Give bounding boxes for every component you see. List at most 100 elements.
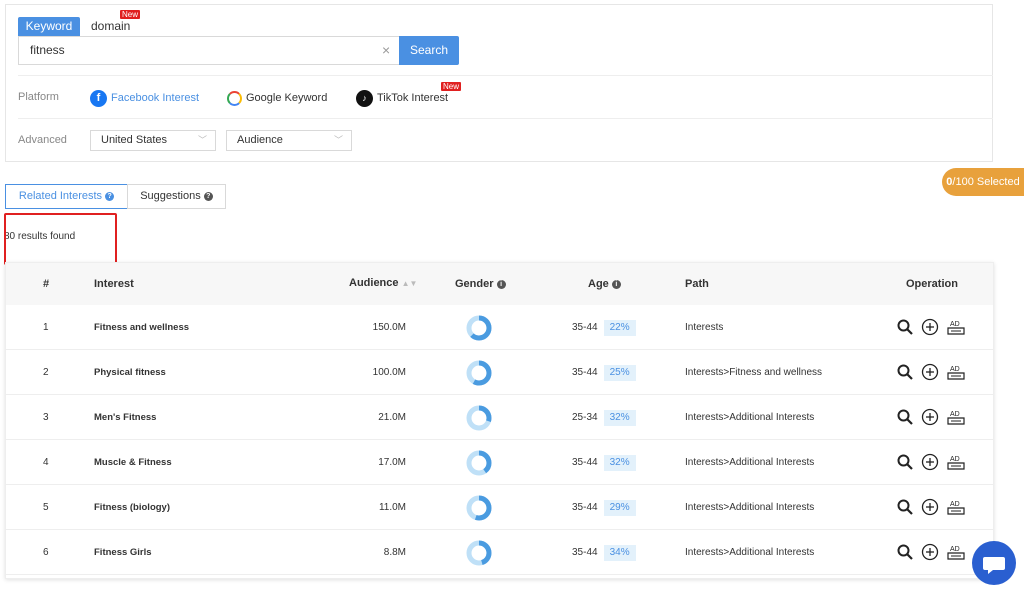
interest-name: Men's Fitness (94, 412, 157, 423)
table-row: 6 Fitness Girls 8.8M 35-44 34% Interests>Addi… (6, 530, 993, 575)
selected-counter[interactable]: 0/100 Selected (942, 168, 1024, 196)
ad-icon[interactable]: AD (947, 543, 965, 561)
interest-path: Interests>Additional Interests (685, 457, 815, 468)
header-gender: Gender i (455, 263, 506, 305)
add-icon[interactable] (921, 498, 939, 516)
interest-path: Interests>Additional Interests (685, 502, 815, 513)
header-audience-label: Audience (349, 277, 399, 289)
age-range: 25-34 (572, 412, 598, 423)
search-icon[interactable] (896, 318, 914, 336)
advanced-label: Advanced (18, 134, 67, 146)
gender-donut (466, 450, 492, 476)
help-icon[interactable]: ? (203, 192, 213, 201)
ad-icon[interactable]: AD (947, 453, 965, 471)
interest-name: Fitness and wellness (94, 322, 190, 333)
svg-text:AD: AD (950, 366, 960, 373)
gender-donut (466, 495, 492, 521)
search-input[interactable]: fitness (18, 36, 399, 65)
ad-icon[interactable]: AD (947, 498, 965, 516)
audience-value: 11.0M (378, 502, 406, 513)
tab-suggestions[interactable]: Suggestions ? (127, 184, 226, 209)
google-icon (227, 90, 242, 106)
table-row: 2 Physical fitness 100.0M 35-44 25% Interests… (6, 350, 993, 395)
age-percentage: 25% (603, 365, 636, 381)
chevron-down-icon: ﹀ (197, 135, 207, 145)
divider (18, 75, 993, 76)
age-cell: 35-44 22% (572, 305, 636, 350)
country-select[interactable]: United States ﹀ (90, 130, 216, 151)
platform-tiktok[interactable]: ♪ TikTok Interest (356, 88, 448, 108)
header-path: Path (685, 278, 709, 290)
age-percentage: 32% (603, 410, 636, 426)
svg-text:AD: AD (950, 501, 960, 508)
add-icon[interactable] (921, 363, 939, 381)
gender-donut (466, 405, 492, 431)
gender-donut (466, 315, 492, 341)
platform-google[interactable]: Google Keyword (227, 88, 327, 108)
interest-name: Fitness Girls (94, 547, 152, 558)
header-gender-label: Gender (455, 278, 494, 290)
new-badge: New (120, 10, 141, 19)
facebook-icon: f (90, 89, 107, 107)
search-button[interactable]: Search (399, 36, 459, 65)
row-index: 6 (43, 547, 49, 558)
interest-name: Fitness (biology) (94, 502, 170, 513)
age-percentage: 29% (603, 500, 636, 516)
ad-icon[interactable]: AD (947, 363, 965, 381)
tab-keyword[interactable]: Keyword (18, 17, 80, 36)
info-icon[interactable]: i (611, 280, 621, 289)
add-icon[interactable] (921, 543, 939, 561)
search-icon[interactable] (896, 498, 914, 516)
interest-path: Interests>Additional Interests (685, 412, 815, 423)
header-age-label: Age (588, 278, 609, 290)
chevron-down-icon: ﹀ (333, 135, 343, 145)
info-icon[interactable]: i (496, 280, 506, 289)
svg-text:AD: AD (950, 456, 960, 463)
platform-facebook-label: Facebook Interest (111, 92, 200, 104)
interest-path: Interests>Fitness and wellness (685, 367, 823, 378)
help-icon[interactable]: ? (105, 192, 115, 201)
country-select-value: United States (101, 134, 168, 146)
header-index: # (43, 278, 50, 290)
highlight-box (4, 213, 117, 265)
table-row: 1 Fitness and wellness 150.0M 35-44 22% Inter… (6, 305, 993, 350)
gender-donut (466, 360, 492, 386)
add-icon[interactable] (921, 408, 939, 426)
platform-label: Platform (18, 91, 59, 103)
audience-select[interactable]: Audience ﹀ (226, 130, 352, 151)
search-icon[interactable] (896, 453, 914, 471)
add-icon[interactable] (921, 318, 939, 336)
interest-path: Interests>Additional Interests (685, 547, 815, 558)
search-icon[interactable] (896, 408, 914, 426)
tab-suggestions-label: Suggestions (140, 190, 201, 202)
search-icon[interactable] (896, 363, 914, 381)
audience-value: 100.0M (372, 367, 406, 378)
age-range: 35-44 (572, 502, 598, 513)
tab-domain[interactable]: domain (91, 17, 130, 36)
age-range: 35-44 (572, 322, 598, 333)
row-index: 5 (43, 502, 49, 513)
platform-facebook[interactable]: f Facebook Interest (90, 88, 199, 108)
header-age: Age i (588, 263, 621, 305)
audience-select-value: Audience (237, 134, 283, 146)
audience-value: 150.0M (372, 322, 406, 333)
chat-icon (983, 557, 1005, 574)
search-panel: Keyword domain New fitness × Search Plat… (5, 4, 993, 162)
tab-related-interests[interactable]: Related Interests ? (5, 184, 128, 209)
sort-icon[interactable]: ▲▼ (402, 279, 418, 288)
ad-icon[interactable]: AD (947, 318, 965, 336)
search-icon[interactable] (896, 543, 914, 561)
age-range: 35-44 (572, 367, 598, 378)
tab-related-label: Related Interests (18, 190, 103, 202)
add-icon[interactable] (921, 453, 939, 471)
tiktok-icon: ♪ (356, 89, 373, 107)
selected-total: /100 Selected (952, 176, 1020, 188)
chat-button[interactable] (972, 541, 1016, 585)
clear-icon[interactable]: × (382, 42, 390, 58)
header-audience[interactable]: Audience ▲▼ (349, 263, 417, 304)
table-row: 4 Muscle & Fitness 17.0M 35-44 32% Interests>… (6, 440, 993, 485)
table-header: # Interest Audience ▲▼ Gender i Age i Pa… (6, 263, 993, 305)
row-index: 4 (43, 457, 49, 468)
age-cell: 35-44 34% (572, 530, 636, 575)
ad-icon[interactable]: AD (947, 408, 965, 426)
